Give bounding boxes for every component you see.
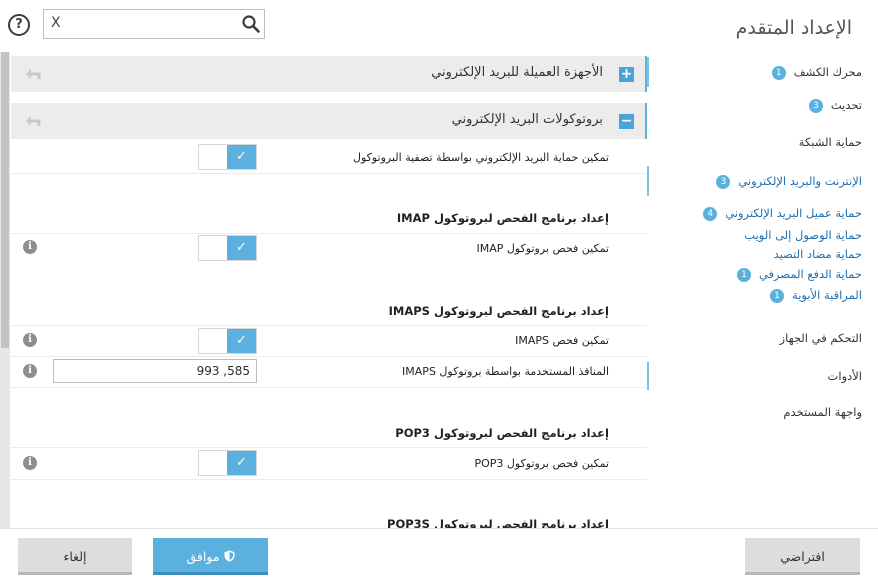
revert-icon[interactable] — [25, 115, 41, 127]
sidebar-item-badge: 3 — [808, 98, 823, 113]
sidebar-item-label: حماية الوصول إلى الويب — [744, 228, 862, 242]
sidebar-item-badge: 1 — [736, 267, 751, 282]
cancel-button[interactable]: إلغاء — [18, 538, 132, 575]
sidebar-item-web-access-protection[interactable]: حماية الوصول إلى الويب — [744, 228, 862, 242]
sidebar-item-network-protection[interactable]: حماية الشبكة — [799, 135, 862, 149]
check-icon: ✓ — [227, 329, 256, 353]
check-icon: ✓ — [227, 145, 256, 169]
sidebar-active-indicator — [647, 166, 649, 196]
expand-icon[interactable]: + — [619, 67, 634, 82]
pop3s-group-title: إعداد برنامج الفحص لبروتوكول POP3S — [387, 517, 609, 528]
sidebar-item-label: الأدوات — [827, 369, 862, 383]
info-icon[interactable]: i — [23, 456, 37, 470]
search-icon[interactable] — [241, 14, 261, 34]
row-divider — [11, 325, 647, 326]
search-field[interactable]: X — [43, 9, 265, 39]
sidebar-item-anti-phishing[interactable]: حماية مضاد التصيد — [774, 247, 862, 261]
row-divider — [11, 173, 647, 174]
sidebar-item-tools[interactable]: الأدوات — [828, 369, 862, 383]
sidebar-title: الإعداد المتقدم — [735, 17, 852, 39]
section-header-email-protocols[interactable]: بروتوكولات البريد الإلكتروني − — [11, 103, 647, 139]
sidebar-item-update[interactable]: تحديث 3 — [808, 98, 862, 113]
sidebar-item-badge: 4 — [703, 206, 718, 221]
sidebar-item-user-interface[interactable]: واجهة المستخدم — [783, 405, 862, 419]
sidebar-item-label: حماية الدفع المصرفي — [758, 267, 862, 281]
sidebar-item-badge: 1 — [771, 65, 786, 80]
row-divider — [11, 356, 647, 357]
clear-search-icon[interactable]: X — [51, 15, 61, 31]
revert-icon[interactable] — [25, 68, 41, 80]
check-icon: ✓ — [227, 236, 256, 260]
sidebar-item-label: حماية الشبكة — [798, 135, 862, 149]
pop3-enable-label: تمكين فحص بروتوكول POP3 — [474, 457, 609, 470]
sidebar-item-label: الإنترنت والبريد الإلكتروني — [738, 174, 862, 188]
imaps-ports-label: المنافذ المستخدمة بواسطة بروتوكول IMAPS — [402, 365, 609, 378]
default-button[interactable]: افتراضي — [745, 538, 860, 575]
imaps-group-title: إعداد برنامج الفحص لبروتوكول IMAPS — [388, 304, 609, 318]
search-input[interactable] — [66, 13, 226, 35]
sidebar-active-indicator — [647, 362, 649, 390]
sidebar-item-parental-control[interactable]: المراقبة الأبوية 1 — [770, 288, 862, 303]
imaps-enable-toggle[interactable]: ✓ — [198, 328, 257, 354]
sidebar-active-indicator — [647, 57, 649, 87]
check-icon: ✓ — [227, 451, 256, 475]
footer-divider — [0, 528, 878, 529]
sidebar-item-device-control[interactable]: التحكم في الجهاز — [780, 331, 862, 345]
imap-enable-label: تمكين فحص بروتوكول IMAP — [476, 242, 609, 255]
row-divider — [11, 387, 647, 388]
info-icon[interactable]: i — [23, 240, 37, 254]
row-divider — [11, 479, 647, 480]
scrollbar-thumb[interactable] — [1, 52, 9, 348]
sidebar-item-badge: 1 — [770, 288, 785, 303]
row-divider — [11, 233, 647, 234]
shield-icon — [224, 550, 234, 562]
settings-sidebar: الإعداد المتقدم محرك الكشف 1 تحديث 3 حماية… — [647, 0, 878, 528]
sidebar-item-banking-protection[interactable]: حماية الدفع المصرفي 1 — [736, 267, 862, 282]
content-scrollbar[interactable] — [0, 52, 10, 528]
sidebar-item-label: واجهة المستخدم — [783, 405, 862, 419]
sidebar-item-email-client-protection[interactable]: حماية عميل البريد الإلكتروني 4 — [703, 206, 862, 221]
sidebar-item-label: حماية مضاد التصيد — [773, 247, 862, 261]
settings-content: الأجهزة العميلة للبريد الإلكتروني + بروت… — [11, 52, 647, 528]
sidebar-item-label: المراقبة الأبوية — [792, 288, 862, 302]
collapse-icon[interactable]: − — [619, 114, 634, 129]
imaps-ports-input[interactable]: 993 ,585 — [53, 359, 257, 383]
sidebar-item-detection-engine[interactable]: محرك الكشف 1 — [771, 65, 862, 80]
sidebar-item-label: محرك الكشف — [793, 65, 862, 79]
section-title: الأجهزة العميلة للبريد الإلكتروني — [431, 65, 603, 80]
ok-button[interactable]: موافق — [153, 538, 268, 575]
pop3-enable-toggle[interactable]: ✓ — [198, 450, 257, 476]
help-button[interactable]: ? — [8, 14, 30, 36]
sidebar-item-badge: 3 — [716, 174, 731, 189]
info-icon[interactable]: i — [23, 364, 37, 378]
ok-label: موافق — [186, 549, 220, 564]
protocol-filtering-label: تمكين حماية البريد الإلكتروني بواسطة تصف… — [352, 151, 609, 164]
sidebar-item-label: تحديث — [830, 98, 862, 112]
sidebar-item-label: حماية عميل البريد الإلكتروني — [725, 206, 862, 220]
info-icon[interactable]: i — [23, 333, 37, 347]
imaps-enable-label: تمكين فحص IMAPS — [515, 334, 609, 347]
protocol-filtering-toggle[interactable]: ✓ — [198, 144, 257, 170]
sidebar-item-label: التحكم في الجهاز — [779, 331, 862, 345]
sidebar-item-web-and-email[interactable]: الإنترنت والبريد الإلكتروني 3 — [716, 174, 862, 189]
imap-group-title: إعداد برنامج الفحص لبروتوكول IMAP — [396, 211, 609, 225]
section-title: بروتوكولات البريد الإلكتروني — [451, 112, 603, 127]
row-divider — [11, 447, 647, 448]
imap-enable-toggle[interactable]: ✓ — [198, 235, 257, 261]
section-header-email-clients[interactable]: الأجهزة العميلة للبريد الإلكتروني + — [11, 56, 647, 92]
pop3-group-title: إعداد برنامج الفحص لبروتوكول POP3 — [395, 426, 609, 440]
